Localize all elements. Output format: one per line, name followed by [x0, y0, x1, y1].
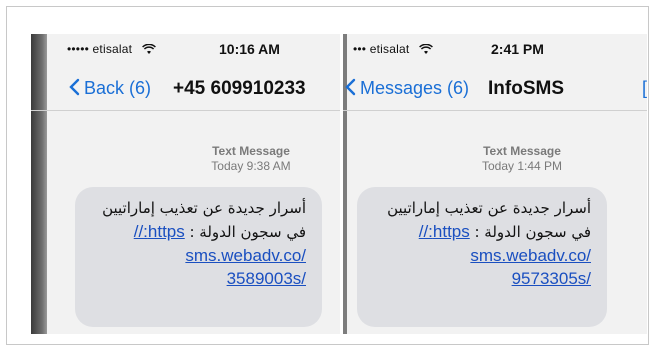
message-meta: Text Message Today 9:38 AM [201, 144, 301, 174]
message-link-line-2: sms.webadv.co/ [373, 244, 591, 267]
message-link-part-1[interactable]: https:// [419, 222, 470, 241]
screenshot-frame: ••••• etisalat 10:16 AM Back (6) +45 609… [6, 6, 649, 345]
back-button[interactable]: Messages (6) [345, 78, 469, 99]
clock: 2:41 PM [491, 41, 544, 57]
left-phone-screen: ••••• etisalat 10:16 AM Back (6) +45 609… [31, 34, 340, 334]
message-line-2-text: في سجون الدولة : [474, 223, 591, 241]
wifi-icon [141, 44, 156, 55]
message-kind: Text Message [212, 144, 290, 158]
wifi-icon [418, 44, 433, 55]
message-bubble: أسرار جديدة عن تعذيب إماراتيين في سجون ا… [75, 187, 322, 327]
carrier-text: ••• etisalat [353, 42, 410, 56]
message-timestamp: Today 9:38 AM [211, 159, 291, 173]
message-line-2: في سجون الدولة : https:// [373, 220, 591, 244]
message-line-1: أسرار جديدة عن تعذيب إماراتيين [387, 199, 591, 217]
message-link-part-2[interactable]: sms.webadv.co/ [470, 246, 591, 265]
carrier-label: ••••• etisalat [67, 42, 156, 56]
message-line-1: أسرار جديدة عن تعذيب إماراتيين [102, 199, 306, 217]
carrier-text: ••••• etisalat [67, 42, 133, 56]
back-label: Back (6) [84, 78, 152, 98]
right-phone-screen: ••• etisalat 2:41 PM Messages (6) InfoSM… [343, 34, 647, 334]
clock: 10:16 AM [219, 41, 280, 57]
back-button[interactable]: Back (6) [69, 78, 151, 99]
status-bar: ••• etisalat 2:41 PM [343, 36, 647, 60]
message-link-part-3[interactable]: 9573305s/ [512, 269, 591, 288]
chevron-left-icon [345, 78, 356, 96]
info-button-edge[interactable]: [ [642, 78, 647, 99]
nav-bar: Messages (6) InfoSMS [ [343, 68, 647, 111]
message-link-part-2[interactable]: sms.webadv.co/ [185, 246, 306, 265]
message-link-part-1[interactable]: https:// [134, 222, 185, 241]
message-line-2: في سجون الدولة : https:// [91, 220, 306, 244]
message-link-line-2: sms.webadv.co/ [91, 244, 306, 267]
conversation-title: +45 609910233 [173, 78, 306, 99]
message-bubble: أسرار جديدة عن تعذيب إماراتيين في سجون ا… [357, 187, 607, 327]
message-kind: Text Message [483, 144, 561, 158]
message-line-2-text: في سجون الدولة : [189, 223, 306, 241]
back-label: Messages (6) [360, 78, 470, 98]
message-link-part-3[interactable]: 3589003s/ [227, 269, 306, 288]
message-timestamp: Today 1:44 PM [481, 159, 563, 173]
message-link-line-3: 9573305s/ [373, 267, 591, 290]
carrier-label: ••• etisalat [353, 42, 433, 56]
nav-bar: Back (6) +45 609910233 [31, 68, 340, 111]
status-bar: ••••• etisalat 10:16 AM [31, 36, 340, 60]
conversation-title: InfoSMS [488, 78, 564, 99]
chevron-left-icon [69, 78, 80, 96]
message-meta: Text Message Today 1:44 PM [467, 144, 577, 174]
message-link-line-3: 3589003s/ [91, 267, 306, 290]
